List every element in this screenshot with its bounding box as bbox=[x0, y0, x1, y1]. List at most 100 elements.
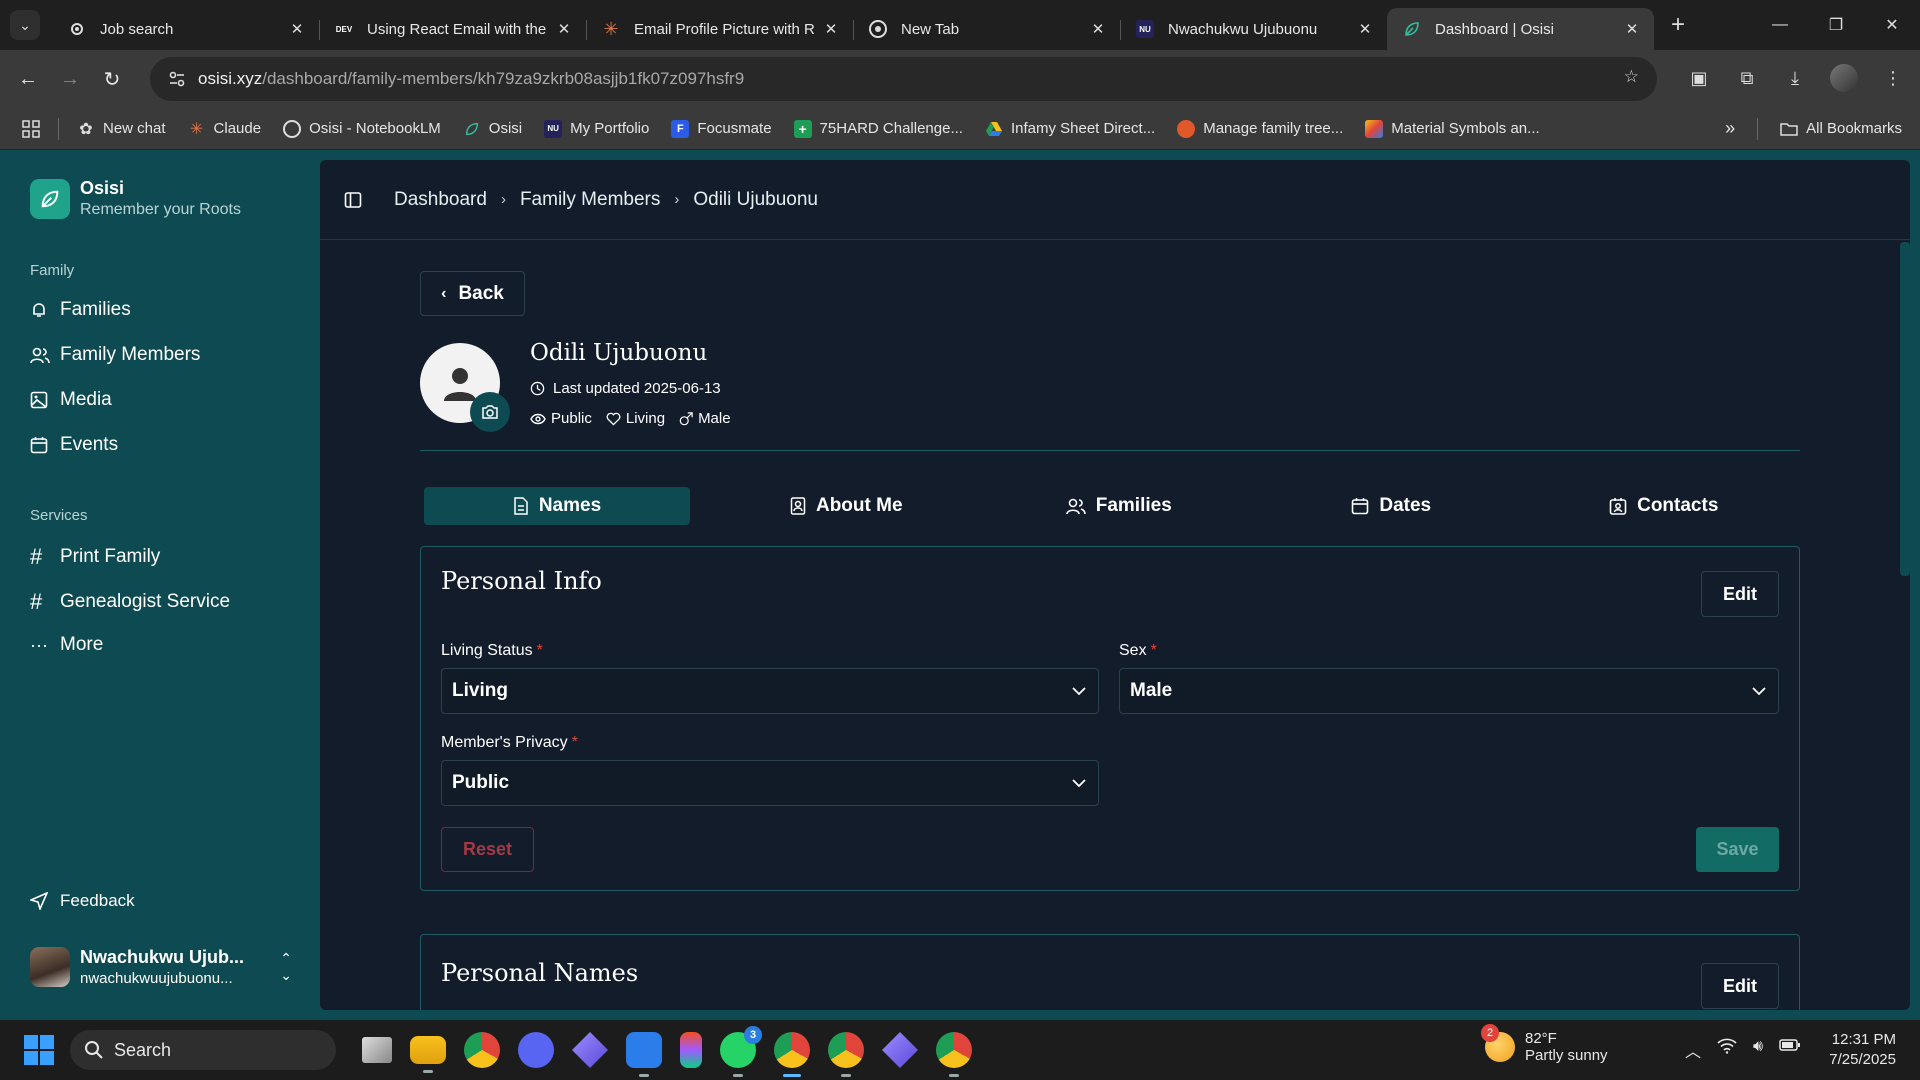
card-title: Personal Info bbox=[441, 567, 602, 595]
chevron-double-right-icon[interactable]: » bbox=[1725, 118, 1735, 139]
users-icon bbox=[30, 346, 52, 364]
sidebar-toggle-icon[interactable] bbox=[344, 191, 362, 209]
close-icon[interactable]: ✕ bbox=[1622, 20, 1642, 38]
sidebar-item-media[interactable]: Media bbox=[30, 389, 112, 411]
bookmark-item[interactable]: ✳ Claude bbox=[188, 120, 261, 138]
sidebar-item-family-members[interactable]: Family Members bbox=[30, 344, 200, 366]
sidebar-item-families[interactable]: Families bbox=[30, 299, 131, 321]
system-clock[interactable]: 12:31 PM 7/25/2025 bbox=[1829, 1030, 1896, 1070]
contact-card-icon bbox=[1609, 497, 1627, 515]
bookmark-item[interactable]: Material Symbols an... bbox=[1365, 119, 1540, 138]
feedback-button[interactable]: Feedback bbox=[30, 891, 135, 911]
close-window-icon[interactable]: ✕ bbox=[1864, 0, 1920, 50]
browser-tab-active[interactable]: Dashboard | Osisi ✕ bbox=[1387, 8, 1654, 50]
brand[interactable]: Osisi Remember your Roots bbox=[30, 178, 241, 219]
bookmark-item[interactable]: F Focusmate bbox=[671, 119, 772, 138]
site-settings-icon[interactable] bbox=[168, 70, 186, 88]
file-explorer-icon[interactable] bbox=[410, 1036, 446, 1073]
taskbar-search[interactable]: Search bbox=[70, 1030, 336, 1070]
sidebar-item-genealogist-service[interactable]: # Genealogist Service bbox=[30, 589, 230, 615]
task-view-icon[interactable] bbox=[362, 1037, 392, 1063]
tab-contacts[interactable]: Contacts bbox=[1528, 487, 1801, 525]
user-avatar bbox=[30, 947, 70, 987]
camera-icon[interactable] bbox=[470, 392, 510, 432]
close-icon[interactable]: ✕ bbox=[1088, 20, 1108, 38]
whatsapp-icon[interactable]: 3 bbox=[720, 1026, 762, 1077]
bookmark-item[interactable]: Osisi bbox=[463, 120, 522, 138]
vscode-icon[interactable] bbox=[626, 1032, 662, 1077]
browser-tab[interactable]: DEV Using React Email with the ✕ bbox=[319, 8, 586, 50]
more-vertical-icon[interactable]: ⋮ bbox=[1880, 68, 1906, 89]
privacy-select[interactable]: Public bbox=[441, 760, 1099, 806]
clock-icon bbox=[530, 381, 545, 396]
reload-icon[interactable]: ↻ bbox=[94, 61, 130, 97]
close-icon[interactable]: ✕ bbox=[287, 20, 307, 38]
apps-grid-icon[interactable] bbox=[22, 119, 40, 138]
tab-dates[interactable]: Dates bbox=[1255, 487, 1528, 525]
address-bar[interactable]: osisi.xyz/dashboard/family-members/kh79z… bbox=[150, 57, 1657, 101]
living-status-select[interactable]: Living bbox=[441, 668, 1099, 714]
reset-button[interactable]: Reset bbox=[441, 827, 534, 872]
browser-tab[interactable]: Job search ✕ bbox=[52, 8, 319, 50]
minimize-icon[interactable]: — bbox=[1752, 0, 1808, 50]
chevron-up-icon[interactable]: ︿ bbox=[1685, 1038, 1701, 1062]
user-menu[interactable]: Nwachukwu Ujub... nwachukwuujubuonu... ⌃… bbox=[30, 947, 292, 987]
edit-button[interactable]: Edit bbox=[1701, 571, 1779, 617]
discord-icon[interactable] bbox=[518, 1032, 554, 1068]
windows-start-icon[interactable] bbox=[24, 1035, 54, 1065]
browser-tab[interactable]: ✳ Email Profile Picture with R ✕ bbox=[586, 8, 853, 50]
back-button[interactable]: ‹ Back bbox=[420, 271, 525, 316]
app-icon[interactable] bbox=[572, 1032, 608, 1068]
breadcrumb-link[interactable]: Dashboard bbox=[394, 189, 487, 211]
sex-select[interactable]: Male bbox=[1119, 668, 1779, 714]
bookmark-item[interactable]: Manage family tree... bbox=[1177, 119, 1343, 138]
close-icon[interactable]: ✕ bbox=[554, 20, 574, 38]
tab-search-chevron-icon[interactable]: ⌄ bbox=[10, 10, 40, 40]
card-title: Personal Names bbox=[441, 959, 639, 987]
battery-icon[interactable] bbox=[1779, 1038, 1801, 1062]
chrome-icon[interactable] bbox=[936, 1032, 972, 1077]
chrome-icon[interactable] bbox=[464, 1032, 500, 1068]
weather-widget[interactable]: 2 82°F Partly sunny bbox=[1481, 1024, 1608, 1064]
close-icon[interactable]: ✕ bbox=[1355, 20, 1375, 38]
chrome-icon[interactable] bbox=[828, 1032, 864, 1077]
wifi-icon[interactable] bbox=[1717, 1038, 1737, 1062]
forward-arrow-icon[interactable]: → bbox=[52, 61, 88, 97]
restore-icon[interactable]: ❐ bbox=[1808, 0, 1864, 50]
bookmark-item[interactable]: +75HARD Challenge... bbox=[793, 119, 963, 138]
chrome-icon[interactable] bbox=[774, 1032, 810, 1077]
scrollbar[interactable] bbox=[1900, 242, 1910, 576]
divider bbox=[1757, 117, 1759, 140]
privacy-label: Member's Privacy * bbox=[441, 734, 578, 751]
bookmark-star-icon[interactable]: ☆ bbox=[1624, 67, 1639, 87]
all-bookmarks-button[interactable]: All Bookmarks bbox=[1780, 120, 1902, 138]
volume-icon[interactable]: 🔊︎ bbox=[1753, 1038, 1763, 1062]
browser-tab[interactable]: New Tab ✕ bbox=[853, 8, 1120, 50]
browser-tab[interactable]: NU Nwachukwu Ujubuonu ✕ bbox=[1120, 8, 1387, 50]
brand-tagline: Remember your Roots bbox=[80, 201, 241, 218]
new-tab-button[interactable]: + bbox=[1658, 5, 1698, 45]
profile-avatar[interactable] bbox=[1830, 64, 1858, 92]
tab-about-me[interactable]: About Me bbox=[710, 487, 983, 525]
tab-families[interactable]: Families bbox=[983, 487, 1256, 525]
bookmark-item[interactable]: Infamy Sheet Direct... bbox=[985, 120, 1155, 138]
bookmark-item[interactable]: NU My Portfolio bbox=[544, 119, 649, 138]
download-icon[interactable]: ⤓ bbox=[1782, 68, 1808, 89]
save-button[interactable]: Save bbox=[1696, 827, 1779, 872]
screen-cast-icon[interactable]: ▣ bbox=[1686, 68, 1712, 89]
tab-names[interactable]: Names bbox=[424, 487, 690, 525]
bookmark-item[interactable]: Osisi - NotebookLM bbox=[283, 119, 441, 138]
bookmark-item[interactable]: ✿ New chat bbox=[77, 120, 165, 138]
sidebar-item-print-family[interactable]: # Print Family bbox=[30, 544, 160, 570]
profile-tabs: Names About Me Families Dates Contacts bbox=[420, 487, 1800, 525]
back-arrow-icon[interactable]: ← bbox=[10, 61, 46, 97]
close-icon[interactable]: ✕ bbox=[821, 20, 841, 38]
leaf-icon bbox=[1403, 20, 1421, 38]
breadcrumb-link[interactable]: Family Members bbox=[520, 189, 660, 211]
app-icon[interactable] bbox=[882, 1032, 918, 1068]
sidebar-item-more[interactable]: ··· More bbox=[30, 634, 103, 656]
figma-icon[interactable] bbox=[680, 1032, 702, 1068]
sidebar-item-events[interactable]: Events bbox=[30, 434, 118, 456]
edit-button[interactable]: Edit bbox=[1701, 963, 1779, 1009]
extensions-icon[interactable]: ⧉ bbox=[1734, 68, 1760, 89]
